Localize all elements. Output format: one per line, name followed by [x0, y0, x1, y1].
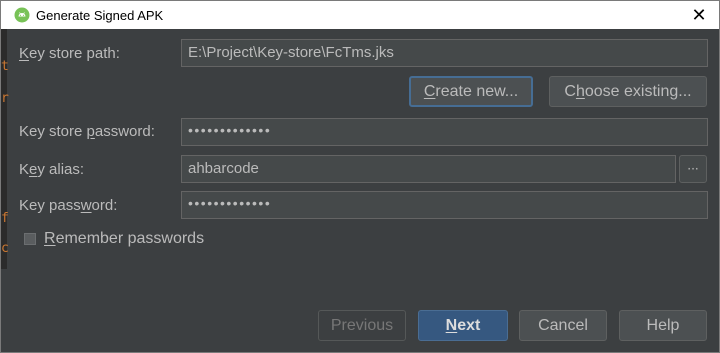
key-store-path-label: Key store path: — [19, 45, 120, 62]
background-editor-strip: t r f c — [1, 29, 9, 269]
next-button[interactable]: Next — [418, 310, 508, 341]
android-studio-icon — [14, 7, 30, 23]
key-password-field[interactable]: ••••••••••••• — [181, 191, 708, 219]
background-editor-char: c — [1, 241, 9, 256]
key-alias-field[interactable]: ahbarcode — [181, 155, 676, 183]
previous-button[interactable]: Previous — [318, 310, 406, 341]
cancel-button[interactable]: Cancel — [519, 310, 607, 341]
key-alias-label: Key alias: — [19, 161, 85, 178]
choose-existing-button[interactable]: Ch oose existing... — [549, 76, 707, 107]
key-password-label: Key password: — [19, 197, 118, 214]
title-bar: Generate Signed APK ✕ — [1, 1, 719, 29]
background-editor-char: r — [1, 91, 9, 106]
remember-passwords-checkbox[interactable] — [24, 233, 36, 245]
generate-signed-apk-dialog: Generate Signed APK ✕ t r f c Key store … — [0, 0, 720, 353]
background-editor-char: f — [1, 211, 9, 226]
remember-passwords-label[interactable]: Remember passwords — [44, 230, 204, 248]
key-store-password-label: Key store password: — [19, 123, 155, 140]
help-button[interactable]: Help — [619, 310, 707, 341]
background-editor-char: t — [1, 59, 9, 74]
window-title: Generate Signed APK — [36, 7, 164, 23]
create-new-button[interactable]: Create new... — [409, 76, 533, 107]
key-store-path-field[interactable]: E:\Project\Key-store\FcTms.jks — [181, 39, 708, 67]
browse-alias-button[interactable]: ··· — [679, 155, 707, 183]
key-store-password-field[interactable]: ••••••••••••• — [181, 118, 708, 146]
remember-passwords-row[interactable]: Remember passwords — [24, 230, 204, 248]
close-icon[interactable]: ✕ — [679, 1, 719, 29]
